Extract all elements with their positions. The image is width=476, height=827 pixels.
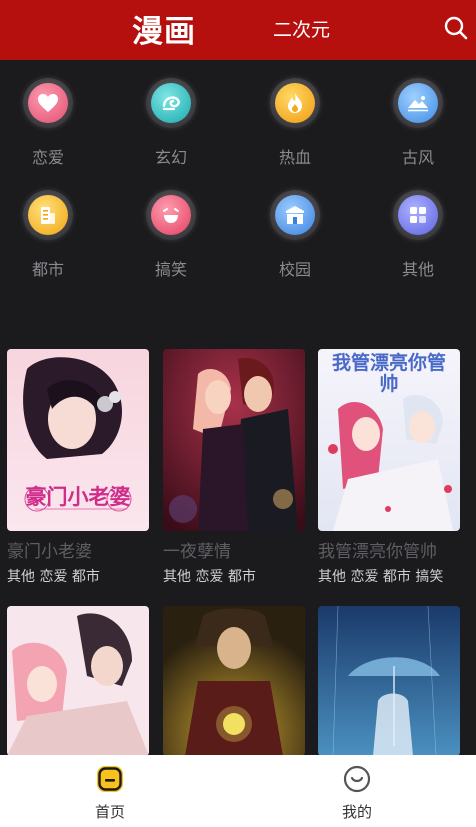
landscape-icon	[398, 83, 438, 123]
comic-cover	[163, 349, 305, 531]
building-icon	[28, 195, 68, 235]
comic-tags: 其他 恋爱 都市	[163, 569, 256, 585]
category-school[interactable]: 校园	[247, 172, 343, 279]
heart-icon	[28, 83, 68, 123]
comic-card-yiye[interactable]: 一夜孽情 其他 恋爱 都市	[163, 349, 305, 586]
tab-anime[interactable]: 二次元	[273, 15, 330, 42]
category-label: 搞笑	[154, 260, 187, 279]
flame-icon	[275, 83, 315, 123]
comic-card-haomen[interactable]: 豪门小老婆 豪门小老婆 其他 恋爱 都市	[7, 349, 149, 586]
comic-cover: 豪门小老婆	[7, 349, 149, 531]
comic-title: 我管漂亮你管帅	[318, 542, 437, 562]
nav-profile-label: 我的	[341, 803, 372, 821]
cover-title-text: 豪门小老婆	[25, 485, 131, 509]
top-header: 漫画 二次元	[0, 0, 476, 60]
comic-cover	[163, 606, 305, 756]
comic-title: 豪门小老婆	[7, 542, 92, 562]
category-ancient[interactable]: 古风	[370, 60, 466, 167]
comic-card-6[interactable]	[318, 606, 460, 756]
tab-manga[interactable]: 漫画	[132, 6, 196, 51]
category-label: 热血	[278, 148, 311, 167]
comic-card-5[interactable]	[163, 606, 305, 756]
category-label: 校园	[278, 260, 311, 279]
category-label: 都市	[31, 260, 64, 279]
profile-icon	[343, 765, 371, 793]
comic-card-4[interactable]	[7, 606, 149, 756]
comic-cover	[7, 606, 149, 756]
category-action[interactable]: 热血	[247, 60, 343, 167]
nav-home[interactable]: 首页	[50, 755, 170, 827]
nav-home-label: 首页	[94, 803, 125, 821]
bottom-nav: 首页 我的	[0, 755, 476, 827]
comic-tags: 其他 恋爱 都市	[7, 569, 100, 585]
school-icon	[275, 195, 315, 235]
swirl-icon	[151, 83, 191, 123]
cover-title-text: 我管漂亮你管帅	[331, 352, 446, 395]
category-label: 其他	[401, 260, 434, 279]
app-root: 漫画 二次元 恋爱 玄幻 热血 古风 都市 搞笑 校园 其他 豪门小老婆 豪门小…	[0, 0, 476, 827]
comic-cover	[318, 606, 460, 756]
category-label: 玄幻	[154, 148, 187, 167]
category-urban[interactable]: 都市	[0, 172, 96, 279]
nav-profile[interactable]: 我的	[297, 755, 417, 827]
category-grid: 恋爱 玄幻 热血 古风 都市 搞笑 校园 其他	[0, 60, 476, 340]
laugh-icon	[151, 195, 191, 235]
comic-card-woguan[interactable]: 我管漂亮你管帅 我管漂亮你管帅 其他 恋爱 都市 搞笑	[318, 349, 460, 586]
category-label: 古风	[401, 148, 434, 167]
category-label: 恋爱	[31, 148, 64, 167]
grid-icon	[398, 195, 438, 235]
category-comedy[interactable]: 搞笑	[123, 172, 219, 279]
comic-cover: 我管漂亮你管帅	[318, 349, 460, 531]
category-romance[interactable]: 恋爱	[0, 60, 96, 167]
comic-title: 一夜孽情	[163, 542, 231, 562]
search-icon[interactable]	[443, 15, 469, 41]
comic-tags: 其他 恋爱 都市 搞笑	[318, 569, 444, 585]
category-other[interactable]: 其他	[370, 172, 466, 279]
home-icon	[97, 766, 123, 792]
category-fantasy[interactable]: 玄幻	[123, 60, 219, 167]
